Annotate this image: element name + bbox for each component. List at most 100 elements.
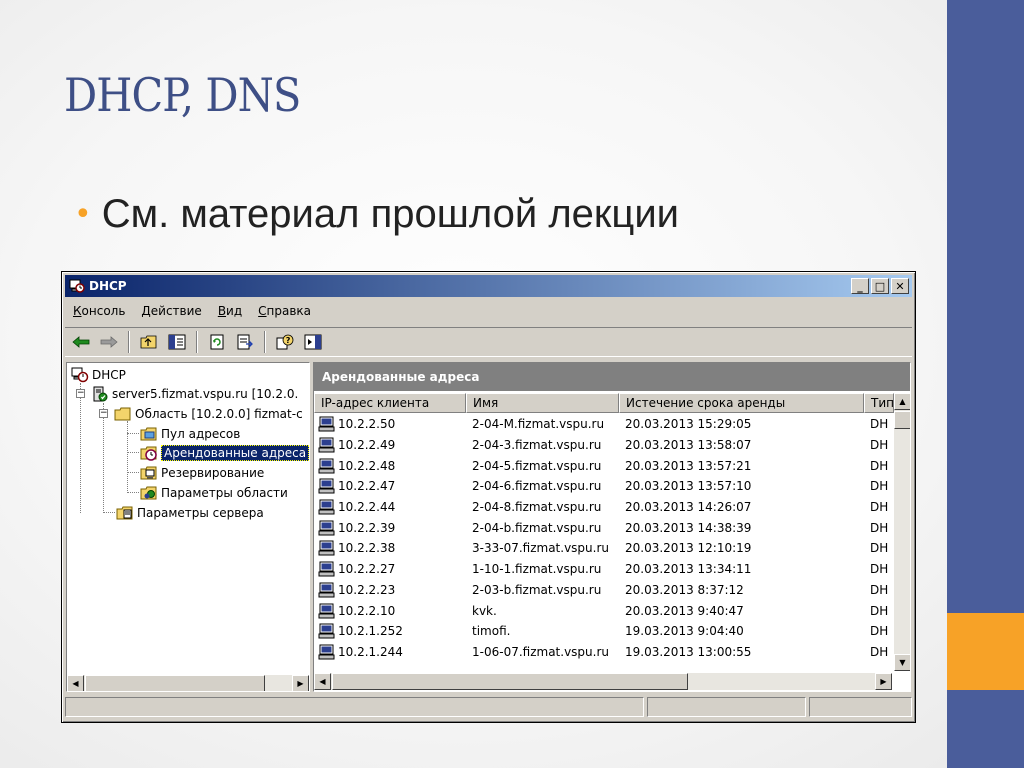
menu-console[interactable]: Консоль	[65, 304, 133, 318]
status-bar	[65, 697, 913, 719]
maximize-button[interactable]: □	[871, 278, 889, 294]
status-cell-3	[809, 697, 913, 717]
scroll-thumb[interactable]	[332, 673, 688, 690]
collapse-toggle[interactable]: −	[99, 409, 108, 418]
tree-item-address-pool[interactable]: Пул адресов	[140, 424, 240, 443]
result-pane: Арендованные адреса IP-адрес клиента Имя…	[313, 362, 911, 692]
tree-line	[80, 383, 81, 513]
export-list-button[interactable]	[233, 331, 257, 353]
forward-button[interactable]	[97, 331, 121, 353]
up-one-level-button[interactable]	[137, 331, 161, 353]
table-row[interactable]: 10.2.1.252 timofi. 19.03.2013 9:04:40 DH	[314, 621, 892, 642]
toolbar-separator	[128, 331, 130, 353]
cell-name: 2-04-3.fizmat.vspu.ru	[472, 438, 602, 453]
table-row[interactable]: 10.2.2.39 2-04-b.fizmat.vspu.ru 20.03.2013…	[314, 517, 892, 538]
title-bar[interactable]: DHCP _ □ ✕	[65, 275, 912, 297]
cell-type: DH	[870, 438, 889, 453]
table-row[interactable]: 10.2.2.38 3-33-07.fizmat.vspu.ru 20.03.201…	[314, 538, 892, 559]
table-row[interactable]: 10.2.2.48 2-04-5.fizmat.vspu.ru 20.03.2013…	[314, 455, 892, 476]
menu-help[interactable]: Справка	[250, 304, 319, 318]
tree-item-address-leases[interactable]: Арендованные адреса	[140, 443, 309, 462]
horizontal-scrollbar[interactable]: ◀ ▶	[314, 673, 892, 690]
scroll-thumb[interactable]	[894, 411, 910, 429]
menu-action[interactable]: Действие	[133, 304, 209, 318]
cell-ip: 10.2.2.10	[314, 603, 466, 619]
reservation-icon	[140, 466, 157, 479]
ip-text: 10.2.2.50	[338, 417, 396, 432]
scroll-left-button[interactable]: ◀	[314, 673, 331, 690]
computer-icon	[318, 437, 335, 453]
decorative-accent-square	[947, 613, 1024, 690]
table-row[interactable]: 10.2.2.10 kvk. 20.03.2013 9:40:47 DH	[314, 600, 892, 621]
table-row[interactable]: 10.2.2.50 2-04-M.fizmat.vspu.ru 20.03.2013…	[314, 414, 892, 435]
toolbar-separator	[264, 331, 266, 353]
cell-expiry: 20.03.2013 13:57:10	[625, 479, 752, 494]
close-button[interactable]: ✕	[891, 278, 909, 294]
column-headers: IP-адрес клиента Имя Истечение срока аре…	[314, 393, 894, 413]
table-row[interactable]: 10.2.2.44 2-04-8.fizmat.vspu.ru 20.03.2013…	[314, 497, 892, 518]
cell-name: 3-33-07.fizmat.vspu.ru	[472, 541, 609, 556]
cell-ip: 10.2.2.47	[314, 478, 466, 494]
tree-label: Область [10.2.0.0] fizmat-c	[135, 406, 303, 421]
cell-ip: 10.2.2.48	[314, 458, 466, 474]
ip-text: 10.2.2.47	[338, 479, 396, 494]
table-row[interactable]: 10.2.2.23 2-03-b.fizmat.vspu.ru 20.03.2013…	[314, 580, 892, 601]
scroll-right-button[interactable]: ▶	[875, 673, 892, 690]
minimize-button[interactable]: _	[851, 278, 869, 294]
tree-item-server-options[interactable]: Параметры сервера	[116, 503, 264, 522]
ip-text: 10.2.2.44	[338, 500, 396, 515]
help-button[interactable]: ?	[273, 331, 297, 353]
lease-list: 10.2.2.50 2-04-M.fizmat.vspu.ru 20.03.2013…	[314, 414, 892, 670]
cell-expiry: 20.03.2013 15:29:05	[625, 417, 752, 432]
cell-type: DH	[870, 603, 889, 618]
tree-item-scope-options[interactable]: Параметры области	[140, 483, 288, 502]
scroll-down-button[interactable]: ▼	[894, 654, 910, 671]
server-icon	[93, 386, 108, 401]
column-header-expiry[interactable]: Истечение срока аренды	[619, 393, 864, 413]
back-button[interactable]	[69, 331, 93, 353]
ip-text: 10.2.2.27	[338, 562, 396, 577]
options-icon	[140, 486, 157, 499]
scroll-up-button[interactable]: ▲	[894, 393, 910, 410]
vertical-scrollbar[interactable]: ▲ ▼	[894, 393, 910, 671]
column-header-name[interactable]: Имя	[466, 393, 619, 413]
scroll-left-button[interactable]: ◀	[67, 675, 84, 691]
tree-item-scope[interactable]: Область [10.2.0.0] fizmat-c	[114, 404, 303, 423]
bullet-dot-icon: •	[74, 196, 92, 232]
cell-expiry: 20.03.2013 13:34:11	[625, 562, 752, 577]
tree-line	[127, 421, 128, 493]
tree-item-dhcp[interactable]: DHCP	[71, 365, 126, 384]
tree-item-reservations[interactable]: Резервирование	[140, 463, 264, 482]
cell-type: DH	[870, 520, 889, 535]
show-hide-tree-button[interactable]	[165, 331, 189, 353]
menu-view[interactable]: Вид	[210, 304, 250, 318]
cell-name: 2-04-M.fizmat.vspu.ru	[472, 417, 605, 432]
table-row[interactable]: 10.2.2.49 2-04-3.fizmat.vspu.ru 20.03.2013…	[314, 435, 892, 456]
up-folder-icon	[140, 335, 157, 349]
server-options-icon	[116, 506, 133, 519]
tree-horizontal-scrollbar[interactable]: ◀ ▶	[67, 675, 309, 691]
scroll-thumb[interactable]	[85, 675, 265, 691]
refresh-button[interactable]	[205, 331, 229, 353]
folder-icon	[114, 407, 131, 420]
column-header-ip[interactable]: IP-адрес клиента	[314, 393, 466, 413]
table-row[interactable]: 10.2.2.47 2-04-6.fizmat.vspu.ru 20.03.2013…	[314, 476, 892, 497]
computer-icon	[318, 582, 335, 598]
tree-label: Параметры области	[161, 485, 288, 500]
table-row[interactable]: 10.2.2.27 1-10-1.fizmat.vspu.ru 20.03.2013…	[314, 559, 892, 580]
window-controls: _ □ ✕	[851, 278, 909, 294]
computer-icon	[318, 499, 335, 515]
cell-ip: 10.2.2.27	[314, 561, 466, 577]
ip-text: 10.2.2.49	[338, 438, 396, 453]
action-pane-button[interactable]	[301, 331, 325, 353]
cell-ip: 10.2.2.49	[314, 437, 466, 453]
cell-type: DH	[870, 500, 889, 515]
column-header-type[interactable]: Тип	[864, 393, 894, 413]
computer-icon	[318, 416, 335, 432]
tree-item-server[interactable]: server5.fizmat.vspu.ru [10.2.0.	[91, 384, 298, 403]
collapse-toggle[interactable]: −	[76, 389, 85, 398]
tree-line	[127, 452, 139, 453]
table-row[interactable]: 10.2.1.244 1-06-07.fizmat.vspu.ru 19.03.20…	[314, 642, 892, 663]
scroll-right-button[interactable]: ▶	[292, 675, 309, 691]
dhcp-window: DHCP _ □ ✕ Консоль Действие Вид Справка	[61, 271, 916, 723]
